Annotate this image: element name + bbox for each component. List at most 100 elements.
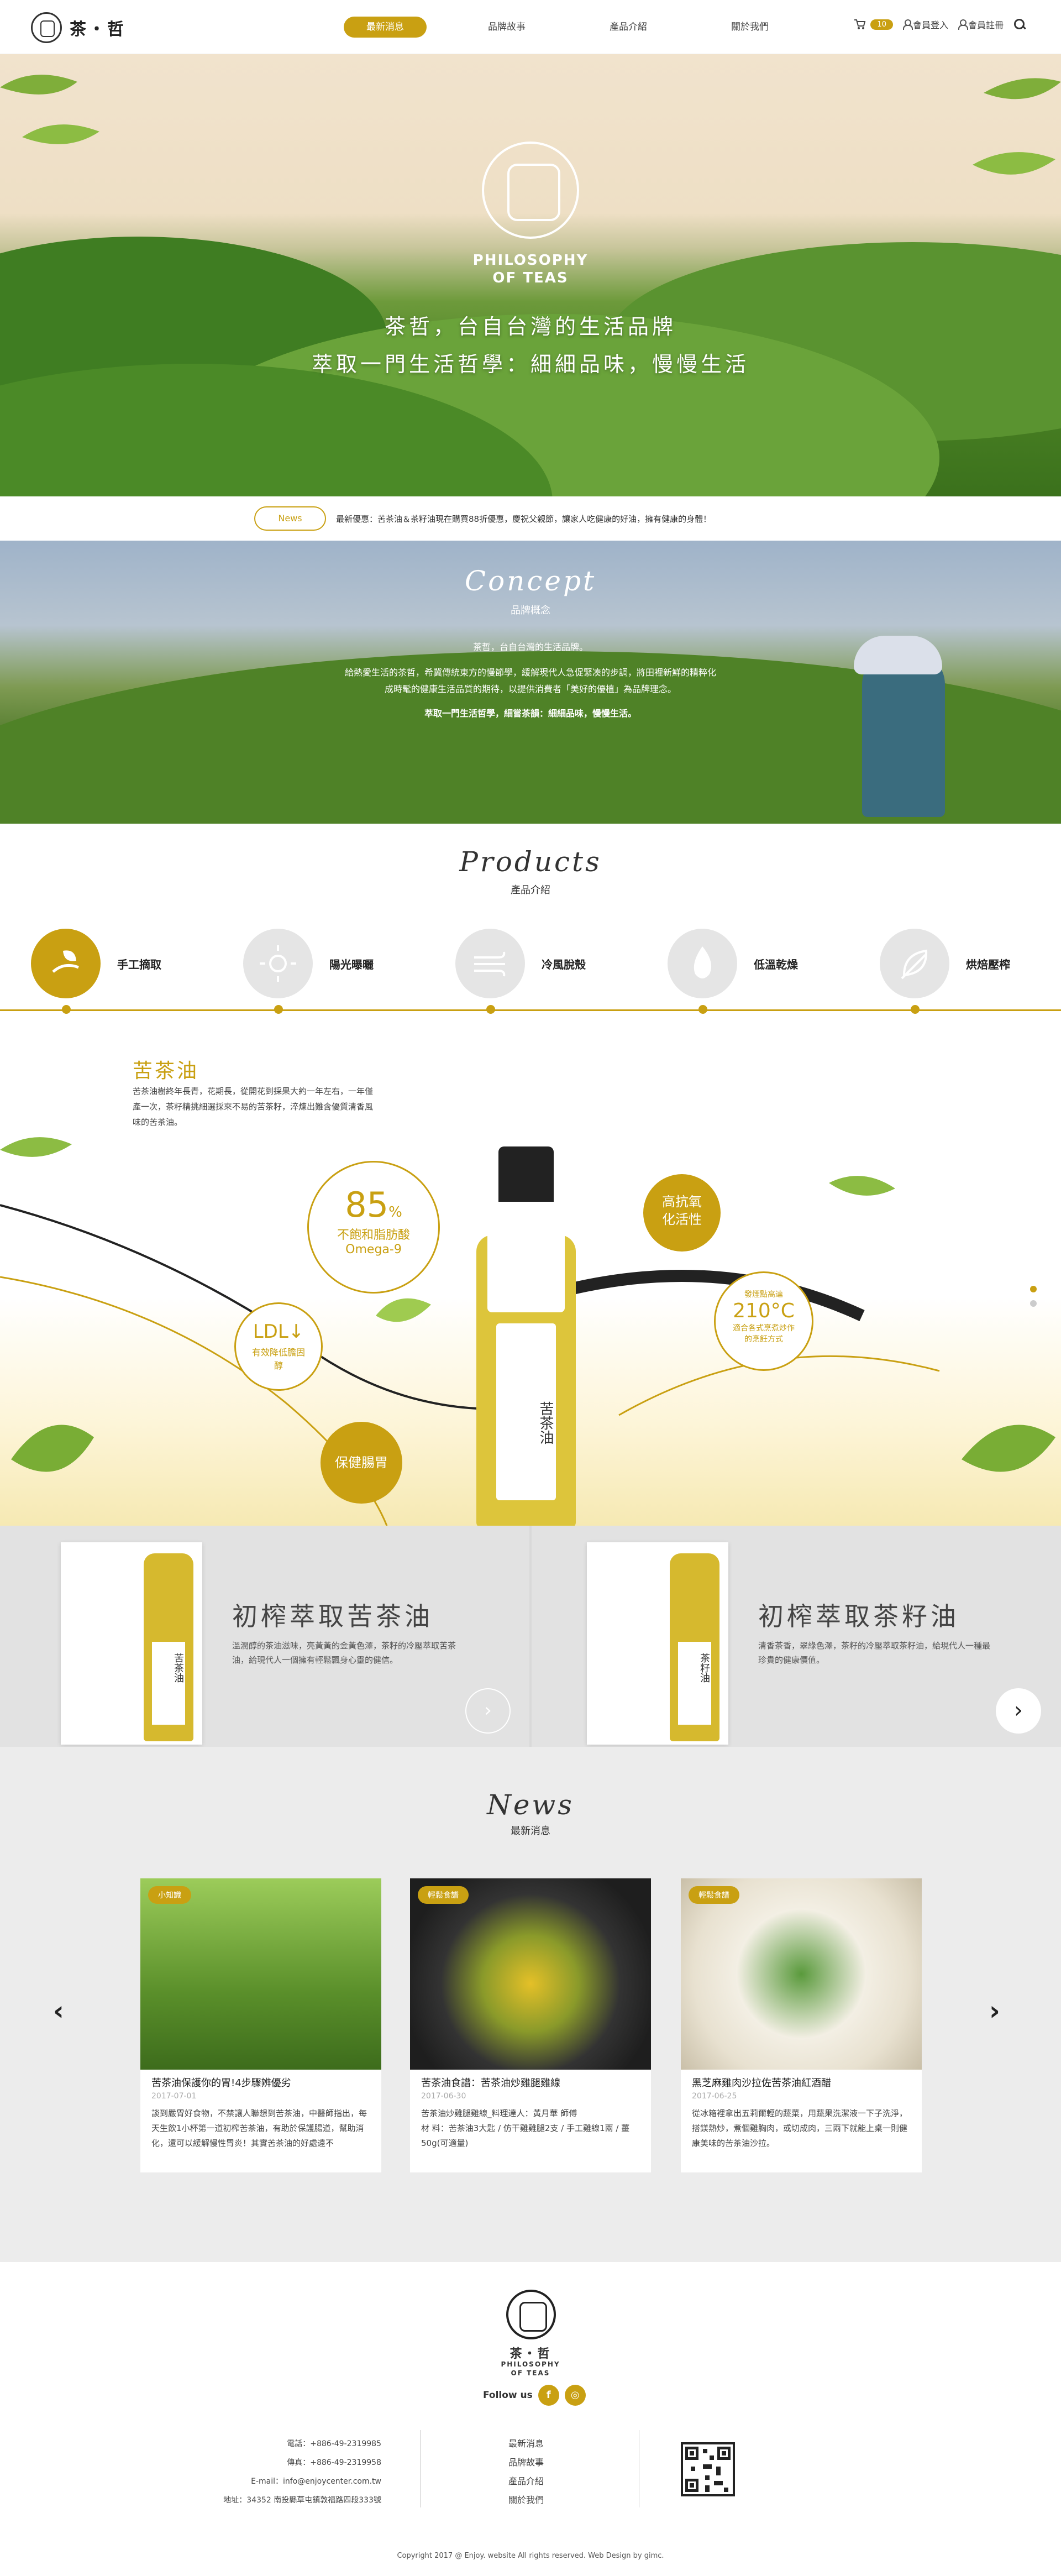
news-card[interactable]: 小知識 苦茶油保護你的胃!4步驟辨優劣 2017-07-01 談到嚴胃好食物，不… xyxy=(140,1878,381,2172)
instagram-icon[interactable]: ◎ xyxy=(564,2385,586,2406)
news-card[interactable]: 輕鬆食譜 苦茶油食譜：苦茶油炒雞腿雞線 2017-06-30 苦茶油炒雞腿雞線_… xyxy=(410,1878,651,2172)
news-card-text: 從冰箱裡拿出五莉爾輕的蔬菜，用蔬果洗潔液一下子洗淨，搭鎂熱炒，煮個雞胸肉，或切成… xyxy=(692,2108,908,2148)
footer-divider xyxy=(420,2430,421,2507)
omega-unit: % xyxy=(388,1204,402,1221)
news-card-title: 苦茶油食譜：苦茶油炒雞腿雞線 xyxy=(421,2077,560,2089)
hero-logo-en-2: OF TEAS xyxy=(492,270,569,286)
register-label: 會員註冊 xyxy=(968,20,1004,30)
ldl-label: LDL↓ xyxy=(253,1321,304,1343)
product-card[interactable]: 苦茶油 初榨萃取苦茶油 溫潤醇的茶油滋味，亮黃黃的金黃色澤，茶籽的冷壓萃取苦茶油… xyxy=(0,1526,529,1747)
news-subtitle: 最新消息 xyxy=(511,1825,550,1837)
cart-count-badge: 10 xyxy=(870,19,893,30)
nav-latest-news[interactable]: 最新消息 xyxy=(344,17,427,38)
hero-banner: PHILOSOPHY OF TEAS 茶哲，台自台灣的生活品牌 萃取一門生活哲學… xyxy=(0,54,1061,496)
smoke-value: 210°C xyxy=(733,1300,795,1322)
news-tag: 小知識 xyxy=(148,1886,191,1904)
facebook-icon[interactable]: f xyxy=(538,2385,559,2406)
antioxidant-bubble: 高抗氧化活性 xyxy=(643,1174,721,1252)
oil-description: 苦茶油樹終年長青，花期長，從開花到採果大約一年左右，一年僅產一次，茶籽精挑細選採… xyxy=(133,1086,374,1127)
process-step[interactable]: 烘焙壓榨 xyxy=(880,929,1010,998)
qr-code-icon xyxy=(681,2442,735,2496)
carousel-dot-active[interactable] xyxy=(1030,1286,1037,1292)
product-card[interactable]: 茶籽油 初榨萃取茶籽油 清香茶香，翠綠色澤，茶籽的冷壓萃取茶籽油，給現代人一種最… xyxy=(532,1526,1061,1747)
login-link[interactable]: 會員登入 xyxy=(902,18,948,31)
process-step-label: 烘焙壓榨 xyxy=(966,957,1010,971)
footer-link-about[interactable]: 關於我們 xyxy=(508,2491,544,2510)
news-card-date: 2017-07-01 xyxy=(151,2092,197,2101)
concept-section: Concept 品牌概念 茶哲，台自台灣的生活品牌。 給熱愛生活的茶哲，希冀傳統… xyxy=(0,541,1061,824)
ldl-bubble: LDL↓ 有效降低膽固醇 xyxy=(234,1302,323,1391)
hero-logo-icon xyxy=(482,142,579,239)
user-icon xyxy=(902,19,913,30)
omega-line1: 不飽和脂肪酸 xyxy=(337,1228,410,1242)
register-link[interactable]: 會員註冊 xyxy=(958,18,1004,31)
contact-email[interactable]: E-mail：info@enjoycenter.com.tw xyxy=(0,2472,381,2491)
footer-brand: 茶・哲 xyxy=(510,2347,551,2361)
product-card-desc: 清香茶香，翠綠色澤，茶籽的冷壓萃取茶籽油，給現代人一種最珍貴的健康價值。 xyxy=(758,1641,991,1665)
card-next-button[interactable]: › xyxy=(465,1688,511,1734)
login-label: 會員登入 xyxy=(912,20,948,30)
news-image xyxy=(410,1878,651,2070)
concept-text-3: 成時髦的健康生活品質的期待，以提供消費者「美好的優植」為品牌理念。 xyxy=(384,684,676,694)
contact-address: 地址：34352 南投縣草屯鎮敦福路四段333號 xyxy=(223,2496,381,2505)
cart-button[interactable]: 10 xyxy=(854,19,893,30)
news-ticker-text[interactable]: 最新優惠：苦茶油＆茶籽油現在購買88折優惠，慶祝父親節，讓家人吃健康的好油，擁有… xyxy=(336,513,711,525)
smoke-sub: 適合各式烹煮炒作的烹飪方式 xyxy=(733,1324,795,1344)
process-step[interactable]: 冷風脫殼 xyxy=(455,929,586,998)
concept-subtitle: 品牌概念 xyxy=(511,605,550,616)
leaf-slash-icon xyxy=(880,929,949,998)
omega-line2: Omega-9 xyxy=(345,1243,402,1256)
bottle-label: 苦茶油 xyxy=(496,1323,556,1500)
nav-about[interactable]: 關於我們 xyxy=(708,17,791,38)
news-pill[interactable]: News xyxy=(254,506,326,531)
footer-en-2: OF TEAS xyxy=(511,2369,550,2377)
timeline-dot xyxy=(911,1005,920,1014)
news-card[interactable]: 輕鬆食譜 黑芝麻雞肉沙拉佐苦茶油紅酒醋 2017-06-25 從冰箱裡拿出五莉爾… xyxy=(681,1878,922,2172)
process-step[interactable]: 手工摘取 xyxy=(31,929,161,998)
ldl-sub: 有效降低膽固醇 xyxy=(251,1347,305,1371)
stomach-bubble: 保健腸胃 xyxy=(321,1422,402,1504)
process-step[interactable]: 低溫乾燥 xyxy=(668,929,798,998)
process-step[interactable]: 陽光曝曬 xyxy=(243,929,374,998)
news-image xyxy=(140,1878,381,2070)
news-card-title: 黑芝麻雞肉沙拉佐苦茶油紅酒醋 xyxy=(692,2077,831,2089)
hero-logo-en: PHILOSOPHY xyxy=(472,252,589,269)
footer-link-story[interactable]: 品牌故事 xyxy=(508,2453,544,2472)
timeline-dot xyxy=(698,1005,707,1014)
header-utilities: 10 會員登入 會員註冊 xyxy=(854,18,1026,31)
card-next-button[interactable]: › xyxy=(996,1688,1041,1734)
bottle-cap xyxy=(498,1146,554,1202)
footer-link-news[interactable]: 最新消息 xyxy=(508,2434,544,2453)
footer-contact: 電話：+886-49-2319985 傳真：+886-49-2319958 E-… xyxy=(0,2434,381,2510)
concept-title: Concept xyxy=(464,565,597,597)
concept-text-1: 茶哲，台自台灣的生活品牌。 xyxy=(472,642,588,652)
brand-name[interactable]: 茶・哲 xyxy=(70,15,126,40)
product-cards: 苦茶油 初榨萃取苦茶油 溫潤醇的茶油滋味，亮黃黃的金黃色澤，茶籽的冷壓萃取苦茶油… xyxy=(0,1526,1061,1747)
news-card-date: 2017-06-30 xyxy=(421,2092,466,2101)
package-bottle-label: 茶籽油 xyxy=(678,1642,711,1725)
products-subtitle: 產品介紹 xyxy=(511,884,550,896)
news-prev-arrow[interactable]: ‹ xyxy=(53,1996,64,2027)
nav-products[interactable]: 產品介紹 xyxy=(587,17,670,38)
footer-link-products[interactable]: 產品介紹 xyxy=(508,2472,544,2491)
news-ticker: News 最新優惠：苦茶油＆茶籽油現在購買88折優惠，慶祝父親節，讓家人吃健康的… xyxy=(0,496,1061,541)
hand-leaf-icon xyxy=(31,929,101,998)
brand-logo-icon[interactable] xyxy=(31,12,62,43)
products-title: Products xyxy=(459,846,602,878)
carousel-dot[interactable] xyxy=(1030,1300,1037,1307)
hero-headline: 茶哲，台自台灣的生活品牌 xyxy=(384,315,676,339)
nav-brand-story[interactable]: 品牌故事 xyxy=(465,17,548,38)
oil-bottle-image: 苦茶油 xyxy=(476,1146,576,1528)
add-user-icon xyxy=(958,19,968,30)
news-image xyxy=(681,1878,922,2070)
site-header: 茶・哲 最新消息 品牌故事 產品介紹 關於我們 10 會員登入 會員註冊 xyxy=(0,0,1061,54)
smoke-point-bubble: 發煙點高達 210°C 適合各式烹煮炒作的烹飪方式 xyxy=(714,1271,813,1371)
news-next-arrow[interactable]: › xyxy=(989,1996,1000,2027)
omega-value: 85 xyxy=(345,1185,389,1225)
copyright: Copyright 2017 @ Enjoy. website All righ… xyxy=(397,2552,664,2560)
search-icon[interactable] xyxy=(1013,18,1026,30)
product-card-title: 初榨萃取茶籽油 xyxy=(758,1601,959,1631)
omega-bubble: 85% 不飽和脂肪酸 Omega-9 xyxy=(307,1161,440,1294)
contact-fax: 傳真：+886-49-2319958 xyxy=(287,2458,381,2467)
process-step-label: 冷風脫殼 xyxy=(542,957,586,971)
